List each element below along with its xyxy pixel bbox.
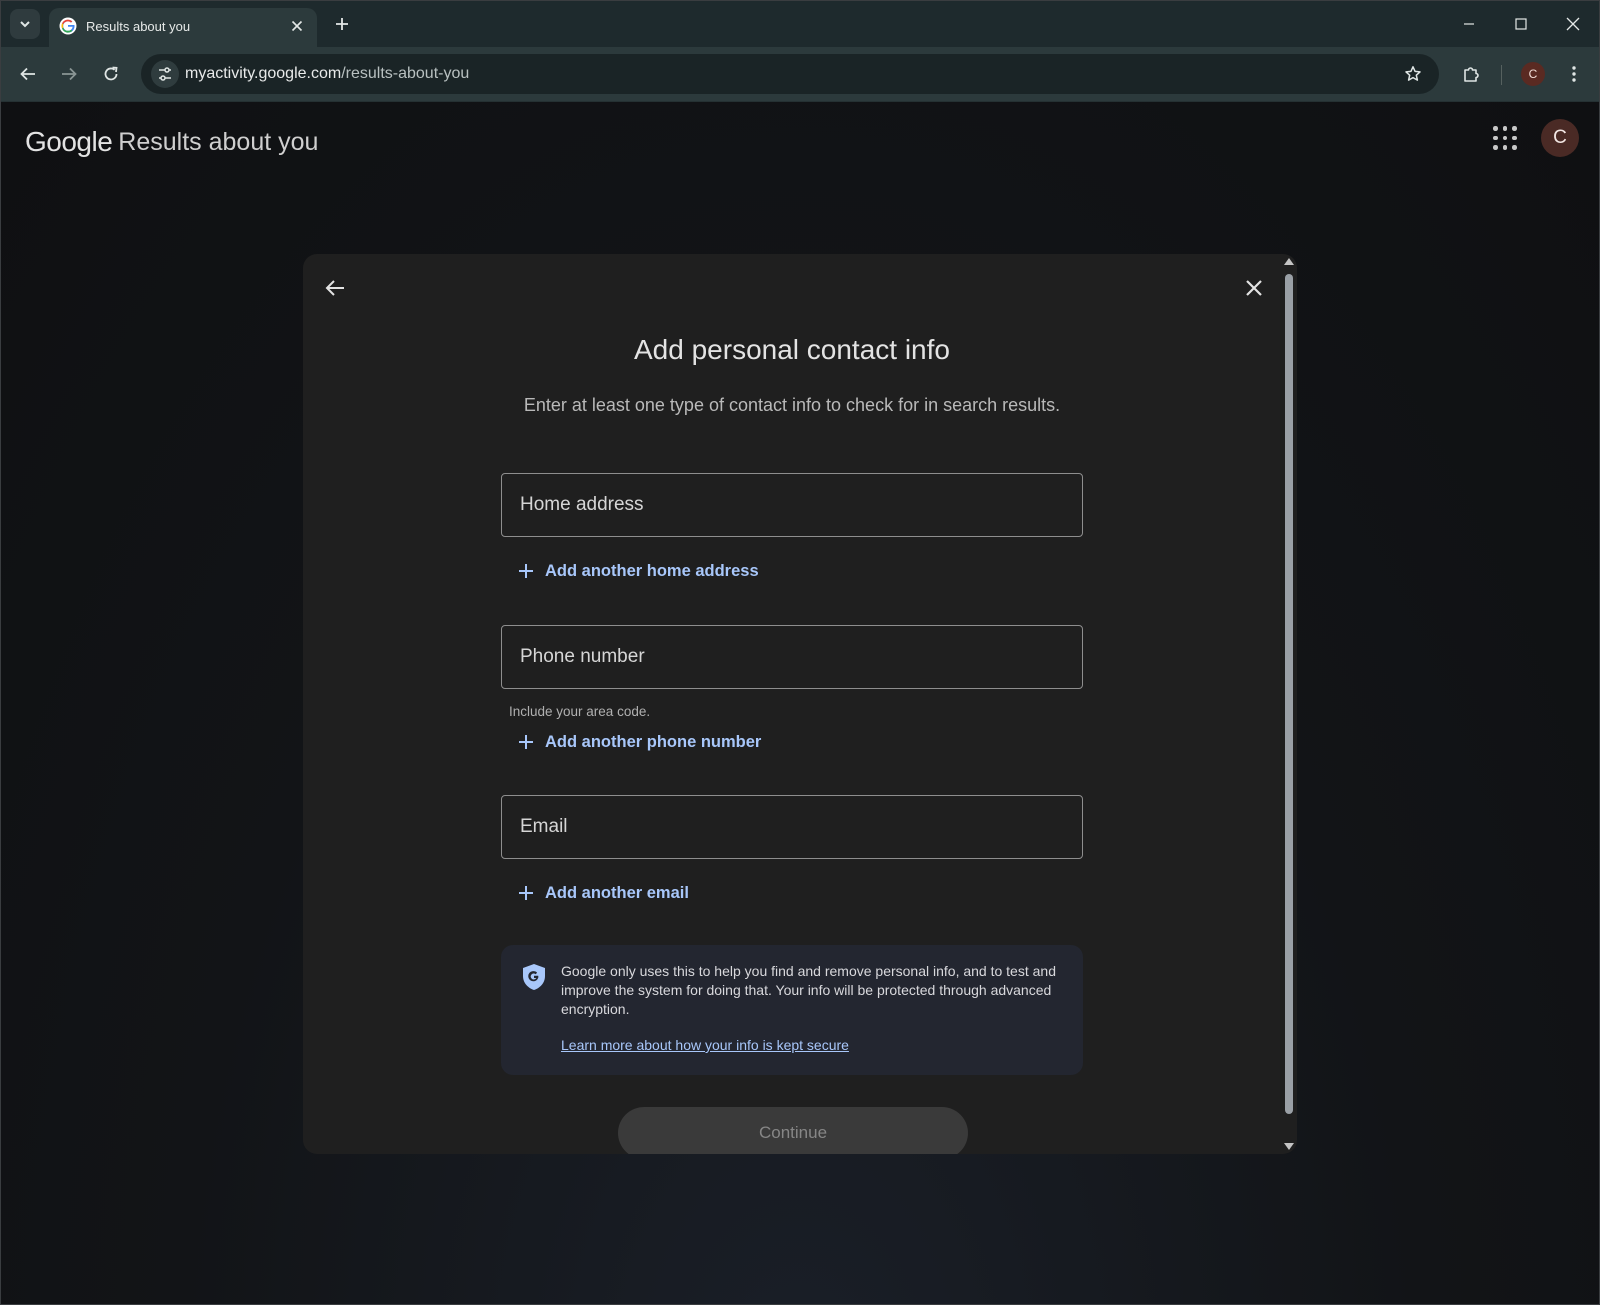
- plus-icon: [515, 882, 537, 904]
- plus-icon: [336, 18, 348, 30]
- google-logo[interactable]: Google: [25, 126, 113, 158]
- add-email-button[interactable]: Add another email: [515, 881, 689, 905]
- dialog-close-button[interactable]: [1238, 272, 1270, 304]
- arrow-left-icon: [325, 280, 344, 296]
- contact-info-dialog: Add personal contact info Enter at least…: [303, 254, 1297, 1154]
- site-info-button[interactable]: [151, 60, 179, 88]
- add-home-address-button[interactable]: Add another home address: [515, 559, 759, 583]
- email-input[interactable]: [502, 796, 1082, 858]
- continue-button[interactable]: Continue: [618, 1107, 968, 1154]
- home-address-field[interactable]: [501, 473, 1083, 537]
- phone-number-field[interactable]: [501, 625, 1083, 689]
- url-host: myactivity.google.com: [185, 65, 342, 82]
- home-address-input[interactable]: [502, 474, 1082, 536]
- phone-helper-text: Include your area code.: [509, 704, 651, 719]
- close-icon: [1246, 280, 1262, 296]
- url-text: myactivity.google.com/results-about-you: [185, 65, 469, 83]
- browser-window: Results about you myactivity.google.com/…: [0, 0, 1600, 1305]
- google-g-icon: [59, 17, 77, 35]
- dialog-back-button[interactable]: [319, 272, 351, 304]
- add-phone-number-label: Add another phone number: [545, 732, 762, 751]
- close-icon: [1566, 17, 1580, 31]
- puzzle-icon: [1464, 67, 1479, 82]
- arrow-right-icon: [62, 67, 77, 81]
- chevron-down-icon: [20, 21, 30, 28]
- bookmark-button[interactable]: [1401, 62, 1425, 86]
- minimize-icon: [1464, 23, 1474, 25]
- reload-button[interactable]: [96, 59, 126, 89]
- tune-icon: [159, 67, 171, 81]
- address-bar[interactable]: myactivity.google.com/results-about-you: [141, 54, 1439, 94]
- close-icon: [291, 20, 303, 32]
- arrow-left-icon: [20, 67, 35, 81]
- minimize-button[interactable]: [1443, 1, 1495, 47]
- plus-icon: [515, 560, 537, 582]
- tab-results-about-you[interactable]: Results about you: [49, 8, 317, 47]
- scrollbar-thumb[interactable]: [1285, 274, 1293, 1114]
- page-content: Google Results about you C Add personal …: [1, 102, 1599, 1304]
- reload-icon: [104, 66, 118, 81]
- plus-icon: [515, 731, 537, 753]
- email-field[interactable]: [501, 795, 1083, 859]
- add-home-address-label: Add another home address: [545, 561, 759, 580]
- back-button[interactable]: [13, 59, 43, 89]
- tab-strip: Results about you: [1, 1, 1599, 47]
- tab-close-button[interactable]: [287, 16, 307, 36]
- more-vert-icon: [1572, 66, 1576, 82]
- window-close-button[interactable]: [1547, 1, 1599, 47]
- url-path: /results-about-you: [341, 65, 470, 82]
- dialog-title: Add personal contact info: [634, 334, 950, 365]
- shield-g-icon: [523, 964, 545, 990]
- scroll-up-arrow-icon[interactable]: [1284, 258, 1294, 265]
- scroll-down-arrow-icon[interactable]: [1284, 1143, 1294, 1150]
- star-icon: [1405, 66, 1421, 81]
- dialog-scrollbar[interactable]: [1281, 254, 1297, 1154]
- browser-menu-button[interactable]: [1559, 59, 1589, 89]
- new-tab-button[interactable]: [329, 11, 355, 37]
- privacy-notice-text: Google only uses this to help you find a…: [561, 963, 1056, 1017]
- phone-number-input[interactable]: [502, 626, 1082, 688]
- maximize-icon: [1515, 18, 1527, 30]
- add-phone-number-button[interactable]: Add another phone number: [515, 730, 761, 754]
- apps-grid-icon[interactable]: [1491, 124, 1519, 152]
- toolbar-divider: [1501, 65, 1502, 85]
- page-header: Google Results about you: [25, 122, 318, 162]
- extensions-button[interactable]: [1456, 59, 1486, 89]
- page-title: Results about you: [118, 127, 319, 156]
- tab-search-button[interactable]: [10, 9, 40, 39]
- account-avatar[interactable]: C: [1541, 119, 1579, 157]
- tab-title: Results about you: [86, 19, 191, 34]
- add-email-label: Add another email: [545, 883, 689, 902]
- maximize-button[interactable]: [1495, 1, 1547, 47]
- profile-button[interactable]: C: [1521, 62, 1545, 86]
- learn-more-link[interactable]: Learn more about how your info is kept s…: [561, 1037, 849, 1053]
- privacy-notice: Google only uses this to help you find a…: [501, 945, 1083, 1075]
- browser-toolbar: myactivity.google.com/results-about-you …: [1, 47, 1599, 102]
- forward-button[interactable]: [54, 59, 84, 89]
- dialog-subtitle: Enter at least one type of contact info …: [523, 395, 1061, 415]
